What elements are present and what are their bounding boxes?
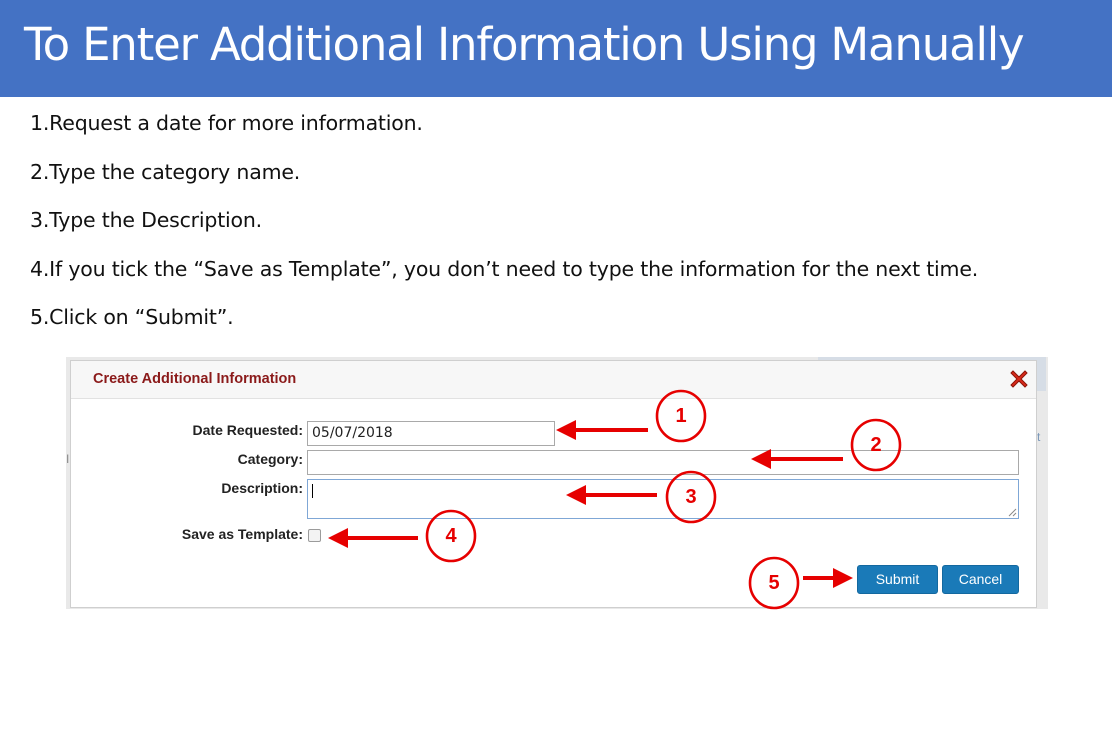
annotation-layer	[328, 389, 902, 610]
annotation-number: 5	[768, 572, 780, 594]
annotation-number: 4	[445, 525, 457, 547]
annotation-number: 1	[675, 405, 687, 427]
annotation-number: 2	[870, 434, 882, 456]
annotation-number: 3	[685, 486, 697, 508]
